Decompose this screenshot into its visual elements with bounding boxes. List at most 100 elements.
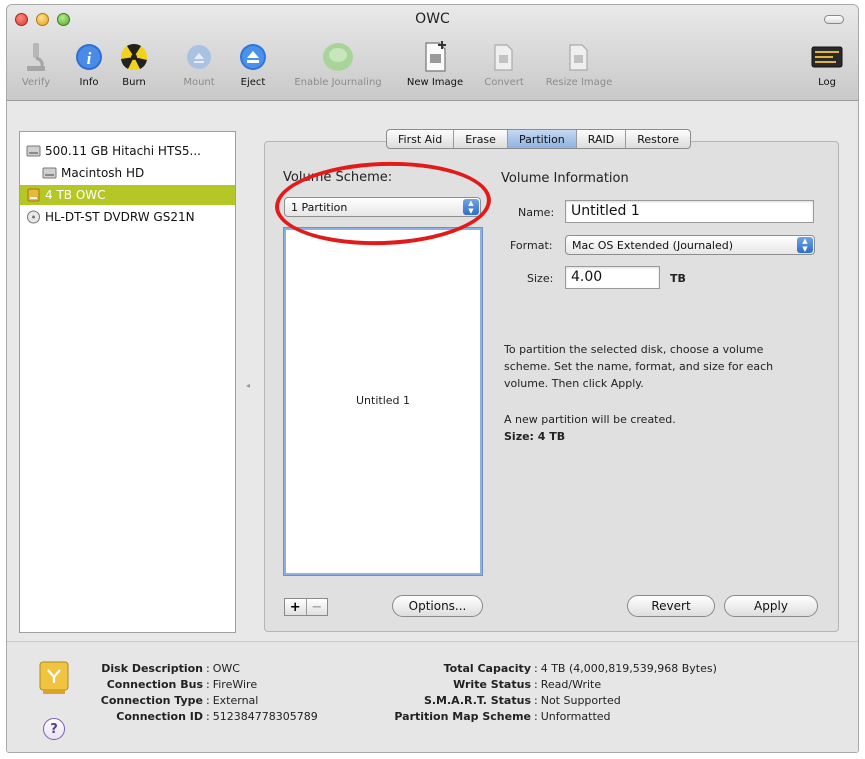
disk-external-icon: [37, 660, 71, 700]
split-resize-handle[interactable]: ◂: [246, 381, 250, 390]
log-label: Log: [818, 77, 836, 88]
format-label: Format:: [510, 239, 553, 252]
info-label: Info: [79, 77, 99, 88]
resize-image-button[interactable]: Resize Image: [537, 39, 621, 88]
sidebar-item-macintosh-hd[interactable]: Macintosh HD: [20, 163, 235, 183]
info-value: 4 TB (4,000,819,539,968 Bytes): [540, 662, 717, 675]
info-value: Unformatted: [540, 710, 611, 723]
convert-icon: [486, 39, 522, 75]
info-value: Read/Write: [540, 678, 602, 691]
format-popup[interactable]: Mac OS Extended (Journaled) ▲ ▼: [565, 235, 815, 255]
tab-restore[interactable]: Restore: [626, 130, 690, 148]
hard-drive-icon: [26, 144, 41, 158]
partition-volume-label: Untitled 1: [355, 394, 410, 407]
disk-utility-window: OWC Verify i Info Burn Mount Eject Enabl…: [6, 4, 859, 753]
partition-instructions: To partition the selected disk, choose a…: [504, 341, 773, 392]
write-status-row: Write Status: Read/Write: [381, 678, 601, 691]
new-image-icon: [417, 39, 453, 75]
new-image-label: New Image: [406, 77, 464, 88]
disk-description-row: Disk Description: OWC: [67, 662, 240, 675]
connection-type-row: Connection Type: External: [67, 694, 259, 707]
revert-button[interactable]: Revert: [627, 595, 715, 617]
popup-arrows-icon: ▲ ▼: [797, 237, 813, 253]
eject-button[interactable]: Eject: [233, 39, 273, 88]
info-key: Write Status: [453, 678, 531, 691]
remove-partition-button[interactable]: −: [305, 599, 328, 615]
convert-label: Convert: [484, 77, 524, 88]
enable-journaling-button[interactable]: Enable Journaling: [283, 39, 393, 88]
mount-label: Mount: [183, 77, 215, 88]
log-button[interactable]: Log: [807, 39, 847, 88]
volume-icon: [42, 166, 57, 180]
name-field[interactable]: Untitled 1: [565, 200, 814, 223]
volume-information-label: Volume Information: [501, 171, 629, 186]
status-size-line: Size: 4 TB: [504, 430, 566, 443]
info-key: Connection ID: [116, 710, 203, 723]
tab-bar: First Aid Erase Partition RAID Restore: [386, 129, 691, 149]
info-key: Total Capacity: [443, 662, 531, 675]
partition-status: A new partition will be created. Size: 4…: [504, 411, 676, 445]
connection-id-row: Connection ID:512384778305789: [67, 710, 318, 723]
sidebar-item-dvdrw[interactable]: HL-DT-ST DVDRW GS21N: [20, 207, 235, 227]
mount-icon: [181, 39, 217, 75]
info-key: Connection Bus: [106, 678, 203, 691]
size-unit-label: TB: [670, 272, 686, 285]
window-title: OWC: [415, 11, 450, 27]
info-key: Partition Map Scheme: [394, 710, 531, 723]
size-field[interactable]: 4.00: [565, 266, 660, 289]
burn-button[interactable]: Burn: [114, 39, 154, 88]
name-label: Name:: [518, 206, 555, 219]
info-icon: i: [71, 39, 107, 75]
add-remove-partition-control: + −: [284, 598, 328, 616]
help-button[interactable]: ?: [43, 718, 65, 740]
eject-icon: [235, 39, 271, 75]
external-drive-icon: [26, 188, 41, 202]
optical-drive-icon: [26, 210, 41, 224]
disk-list-sidebar[interactable]: 500.11 GB Hitachi HTS5... Macintosh HD 4…: [19, 131, 236, 633]
burn-label: Burn: [122, 77, 146, 88]
info-value: Not Supported: [540, 694, 621, 707]
size-label: Size:: [527, 272, 554, 285]
enable-journaling-label: Enable Journaling: [294, 77, 382, 88]
sidebar-item-hitachi[interactable]: 500.11 GB Hitachi HTS5...: [20, 141, 235, 161]
info-button[interactable]: i Info: [69, 39, 109, 88]
journaling-icon: [320, 39, 356, 75]
info-key: S.M.A.R.T. Status: [423, 694, 531, 707]
info-value: External: [212, 694, 259, 707]
sidebar-item-owc[interactable]: 4 TB OWC: [20, 185, 235, 205]
info-key: Connection Type: [100, 694, 203, 707]
verify-label: Verify: [21, 77, 51, 88]
sidebar-item-label: 4 TB OWC: [45, 188, 106, 202]
burn-icon: [116, 39, 152, 75]
partition-layout-diagram[interactable]: Untitled 1: [283, 227, 483, 576]
instructions-line: scheme. Set the name, format, and size f…: [504, 360, 774, 373]
toolbar-toggle-button[interactable]: [824, 15, 844, 24]
format-value: Mac OS Extended (Journaled): [572, 238, 734, 252]
total-capacity-row: Total Capacity:4 TB (4,000,819,539,968 B…: [381, 662, 717, 675]
instructions-line: To partition the selected disk, choose a…: [504, 343, 764, 356]
microscope-icon: [18, 39, 54, 75]
apply-button[interactable]: Apply: [724, 595, 818, 617]
info-value: 512384778305789: [212, 710, 318, 723]
convert-button[interactable]: Convert: [479, 39, 529, 88]
disk-info-bar: ? Disk Description: OWC Connection Bus: Fi…: [7, 641, 858, 752]
eject-label: Eject: [240, 77, 266, 88]
tab-raid[interactable]: RAID: [577, 130, 627, 148]
titlebar-toolbar: OWC Verify i Info Burn Mount Eject Enabl…: [7, 5, 858, 101]
info-key: Disk Description: [101, 662, 203, 675]
verify-button[interactable]: Verify: [10, 39, 62, 88]
partition-map-scheme-row: Partition Map Scheme: Unformatted: [381, 710, 611, 723]
smart-status-row: S.M.A.R.T. Status: Not Supported: [381, 694, 621, 707]
add-partition-button[interactable]: +: [285, 599, 306, 615]
options-button[interactable]: Options...: [392, 595, 483, 617]
tab-first-aid[interactable]: First Aid: [387, 130, 455, 148]
instructions-line: volume. Then click Apply.: [504, 377, 644, 390]
info-value: OWC: [212, 662, 240, 675]
tab-partition[interactable]: Partition: [507, 130, 577, 148]
mount-button[interactable]: Mount: [175, 39, 223, 88]
tab-erase[interactable]: Erase: [454, 130, 508, 148]
new-image-button[interactable]: New Image: [400, 39, 470, 88]
connection-bus-row: Connection Bus: FireWire: [67, 678, 257, 691]
sidebar-item-label: Macintosh HD: [61, 166, 145, 180]
sidebar-item-label: 500.11 GB Hitachi HTS5...: [45, 144, 201, 158]
